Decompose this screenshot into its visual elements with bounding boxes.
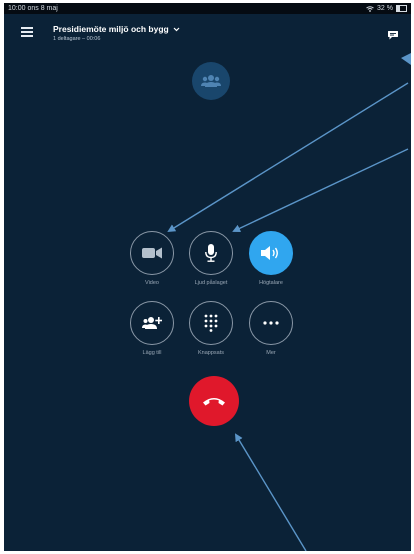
annotation-arrowhead-top (401, 53, 411, 65)
annotation-arrows (167, 53, 411, 551)
call-screen: 10:00 ons 8 maj 32 % Presidiemöte miljö … (4, 3, 411, 551)
annotation-arrow-video (167, 82, 409, 233)
annotation-arrow-mute (232, 148, 409, 233)
annotation-arrow-end-call (234, 433, 307, 551)
